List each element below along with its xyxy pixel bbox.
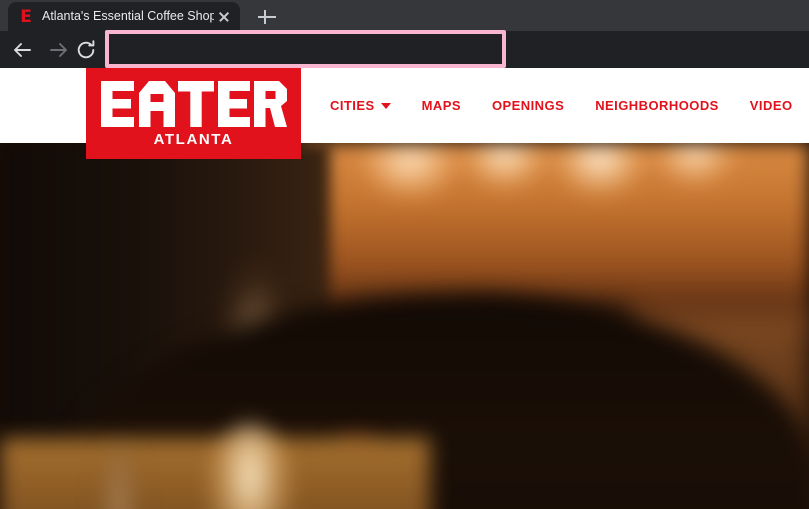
site-navigation: CITIES MAPS OPENINGS NEIGHBORHOODS VIDEO…: [330, 68, 809, 143]
eater-e-favicon: E: [18, 6, 33, 27]
close-icon[interactable]: [216, 9, 232, 25]
reload-button[interactable]: [74, 38, 98, 62]
tab-title: Atlanta's Essential Coffee Shops: [42, 9, 214, 23]
reload-icon: [77, 40, 95, 59]
nav-item-label: VIDEO: [749, 98, 793, 113]
favicon-letter: E: [20, 6, 32, 27]
chevron-down-icon: [380, 102, 391, 109]
eater-wordmark: [100, 81, 287, 127]
forward-button: [47, 38, 71, 62]
nav-item-cities[interactable]: CITIES: [330, 98, 391, 113]
browser-tab[interactable]: E Atlanta's Essential Coffee Shops: [8, 2, 240, 31]
browser-chrome: E Atlanta's Essential Coffee Shops: [0, 0, 809, 93]
nav-item-maps[interactable]: MAPS: [422, 98, 461, 113]
site-logo[interactable]: ATLANTA: [86, 68, 301, 159]
eater-wordmark-glyphs: [100, 81, 287, 127]
site-logo-city: ATLANTA: [153, 131, 234, 148]
nav-item-openings[interactable]: OPENINGS: [492, 98, 564, 113]
back-button[interactable]: [10, 38, 34, 62]
tab-strip: E Atlanta's Essential Coffee Shops: [0, 0, 809, 31]
hero-image: [0, 143, 809, 509]
nav-item-label: NEIGHBORHOODS: [595, 98, 719, 113]
nav-item-neighborhoods[interactable]: NEIGHBORHOODS: [595, 98, 719, 113]
arrow-left-icon: [14, 43, 31, 57]
nav-item-video[interactable]: VIDEO: [750, 98, 793, 113]
nav-item-label: OPENINGS: [491, 98, 565, 113]
nav-item-label: CITIES: [330, 98, 375, 113]
new-tab-button[interactable]: [256, 6, 278, 28]
page-content: CITIES MAPS OPENINGS NEIGHBORHOODS VIDEO…: [0, 68, 809, 509]
address-bar-highlight: [105, 30, 506, 68]
nav-item-label: MAPS: [421, 98, 461, 113]
arrow-right-icon: [50, 43, 67, 57]
